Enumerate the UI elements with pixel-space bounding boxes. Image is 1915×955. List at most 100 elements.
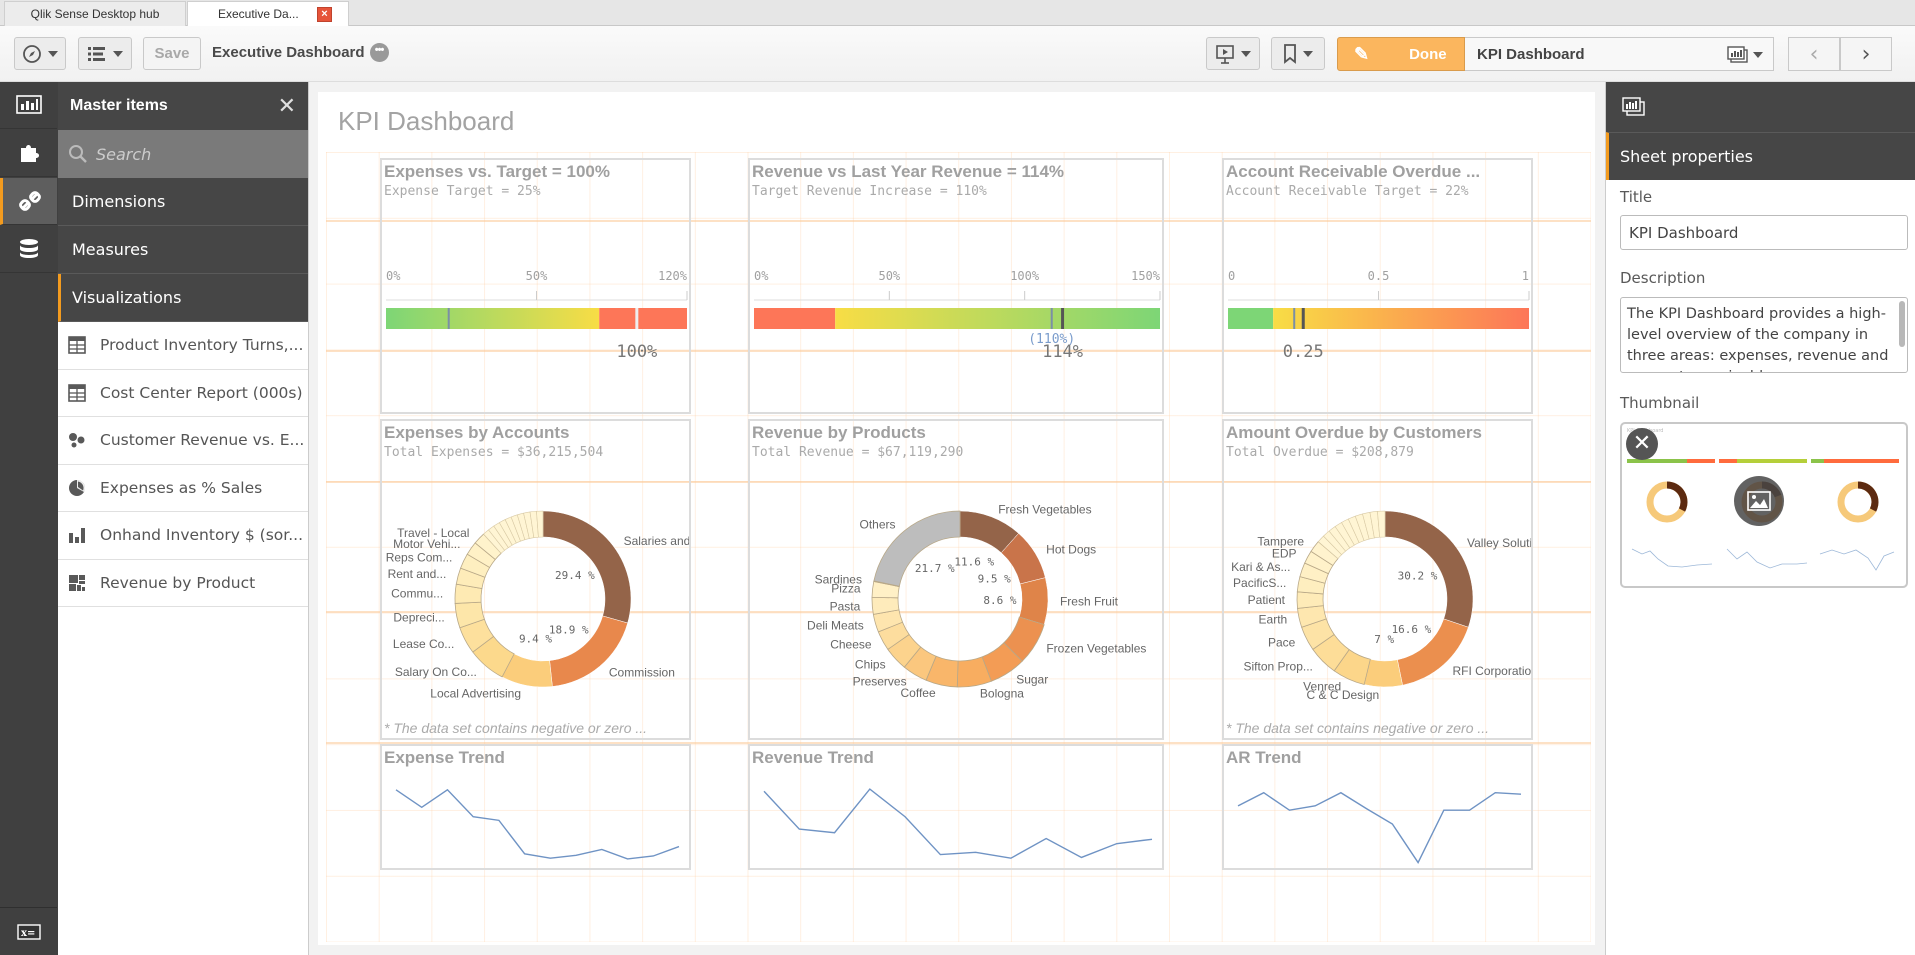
gauge-segment	[1228, 308, 1274, 329]
tick-label: 0%	[754, 269, 769, 283]
chevron-right-icon: ›	[1861, 41, 1871, 67]
sheet-title[interactable]: KPI Dashboard	[338, 106, 514, 137]
search-field[interactable]: Search	[58, 130, 308, 178]
pencil-icon: ✎	[1354, 43, 1370, 64]
image-icon[interactable]	[1734, 476, 1784, 526]
gauge-ar-overdue[interactable]: Account Receivable Overdue ... Account R…	[1222, 158, 1533, 414]
tick-label: 1	[1522, 269, 1529, 283]
description-scrollbar[interactable]	[1899, 301, 1905, 347]
slice-label: Chips	[855, 657, 886, 671]
rail-master-items[interactable]	[0, 178, 57, 225]
previous-sheet-button[interactable]: ‹	[1788, 37, 1840, 71]
slice-label: PacificS...	[1233, 576, 1286, 590]
charts-icon	[15, 95, 42, 114]
tick-label: 0	[1228, 269, 1235, 283]
slice-percent-label: 29.4 %	[555, 569, 595, 582]
slice-label: Patient	[1248, 593, 1286, 607]
line-expense-trend[interactable]: Expense Trend	[380, 744, 691, 870]
trend-line	[1237, 791, 1522, 864]
donut-slice	[1019, 577, 1049, 625]
donut-amount-overdue-by-customers[interactable]: Amount Overdue by Customers Total Overdu…	[1222, 419, 1533, 740]
fields-icon	[19, 239, 38, 258]
global-menu-button[interactable]	[78, 37, 132, 70]
close-icon[interactable]: ×	[317, 7, 332, 22]
list-item[interactable]: Customer Revenue vs. E...	[58, 417, 308, 465]
donut-revenue-by-products[interactable]: Revenue by Products Total Revenue = $67,…	[748, 419, 1164, 740]
section-label: Visualizations	[72, 288, 182, 307]
gauge-expenses-vs-target[interactable]: Expenses vs. Target = 100% Expense Targe…	[380, 158, 691, 414]
sheets-icon[interactable]	[1622, 97, 1646, 117]
slice-percent-label: 7 %	[1374, 633, 1394, 646]
sheet-properties-header[interactable]: Sheet properties	[1606, 132, 1915, 180]
thumbnail-label: Thumbnail	[1620, 394, 1700, 412]
close-icon[interactable]: ✕	[1626, 428, 1658, 460]
panel-title: Master items	[70, 97, 168, 114]
close-icon[interactable]: ✕	[278, 93, 296, 119]
gauge-svg: 0% 50% 100% 150%(110%)114%	[754, 269, 1161, 362]
value-marker	[635, 308, 639, 329]
bookmarks-button[interactable]	[1271, 37, 1325, 70]
rail-extensions[interactable]	[0, 130, 57, 177]
slice-label: Others	[859, 517, 895, 531]
properties-top-bar	[1606, 82, 1915, 132]
slice-label: Tampere	[1257, 535, 1304, 549]
list-item[interactable]: Cost Center Report (000s)	[58, 370, 308, 417]
chevron-down-icon	[1241, 50, 1251, 57]
list-item[interactable]: Product Inventory Turns,...	[58, 322, 308, 370]
item-label: Onhand Inventory $ (sor...	[100, 526, 304, 545]
donut-slice	[542, 510, 632, 624]
section-dimensions[interactable]: Dimensions	[58, 178, 308, 226]
ellipsis-icon[interactable]: •••	[369, 43, 389, 62]
tab-hub[interactable]: Qlik Sense Desktop hub	[4, 1, 186, 26]
slice-percent-label: 11.6 %	[954, 556, 994, 569]
done-label: Done	[1409, 45, 1447, 63]
list-item[interactable]: Expenses as % Sales	[58, 465, 308, 512]
rail-charts[interactable]	[0, 82, 57, 129]
title-input[interactable]	[1620, 215, 1908, 250]
tick-label: 100%	[1010, 269, 1040, 283]
master-items-header: Master items ✕	[58, 82, 308, 130]
table-icon	[68, 336, 86, 355]
sheet-canvas-area: KPI Dashboard Expenses vs. Target = 100%…	[310, 82, 1605, 955]
item-label: Customer Revenue vs. E...	[100, 431, 305, 450]
slice-label: Pace	[1268, 635, 1296, 649]
donut-expenses-by-accounts[interactable]: Expenses by Accounts Total Expenses = $3…	[380, 419, 691, 740]
description-text: The KPI Dashboard provides a high-level …	[1627, 306, 1889, 372]
line-revenue-trend[interactable]: Revenue Trend	[748, 744, 1164, 870]
section-visualizations[interactable]: Visualizations	[58, 274, 308, 322]
done-editing-button[interactable]: ✎ Done	[1337, 37, 1465, 71]
section-label: Measures	[72, 240, 149, 259]
save-button[interactable]: Save	[143, 37, 201, 70]
chevron-down-icon	[1303, 50, 1313, 57]
tick-label: 0%	[386, 269, 401, 283]
rail-fields[interactable]	[0, 226, 57, 273]
navigation-menu-button[interactable]	[14, 37, 66, 70]
slice-label: RFI Corporation	[1452, 664, 1533, 678]
tab-executive-dashboard[interactable]: Executive Da... ×	[187, 1, 349, 26]
slice-label: Sifton Prop...	[1244, 660, 1313, 674]
description-textarea[interactable]: The KPI Dashboard provides a high-level …	[1620, 297, 1908, 373]
assets-rail: x=	[0, 82, 58, 955]
master-items-panel: Master items ✕ Search Dimensions Measure…	[58, 82, 309, 955]
treemap-icon	[68, 574, 86, 592]
thumbnail-preview[interactable]: KPI Dashboard ✕	[1620, 422, 1908, 588]
storytelling-button[interactable]	[1206, 37, 1260, 70]
slice-label: Reps Com...	[386, 551, 453, 565]
slice-percent-label: 8.6 %	[983, 594, 1016, 607]
list-item[interactable]: Onhand Inventory $ (sor...	[58, 512, 308, 560]
next-sheet-button[interactable]: ›	[1840, 37, 1892, 71]
line-svg	[763, 788, 1153, 859]
tick-label: 120%	[658, 269, 688, 283]
item-label: Cost Center Report (000s)	[100, 383, 303, 402]
svg-text:x=: x=	[21, 928, 35, 939]
header-label: Sheet properties	[1620, 147, 1753, 166]
sheet-selector[interactable]: KPI Dashboard	[1465, 37, 1774, 71]
slice-label: Frozen Vegetables	[1046, 641, 1146, 655]
search-icon	[69, 145, 87, 163]
list-item[interactable]: Revenue by Product	[58, 560, 308, 607]
rail-variables[interactable]: x=	[0, 907, 57, 955]
line-ar-trend[interactable]: AR Trend	[1222, 744, 1533, 870]
section-measures[interactable]: Measures	[58, 226, 308, 274]
gauge-revenue-vs-last-year[interactable]: Revenue vs Last Year Revenue = 114% Targ…	[748, 158, 1164, 414]
gauge-svg: 0 0.5 1 0.25	[1228, 269, 1530, 362]
